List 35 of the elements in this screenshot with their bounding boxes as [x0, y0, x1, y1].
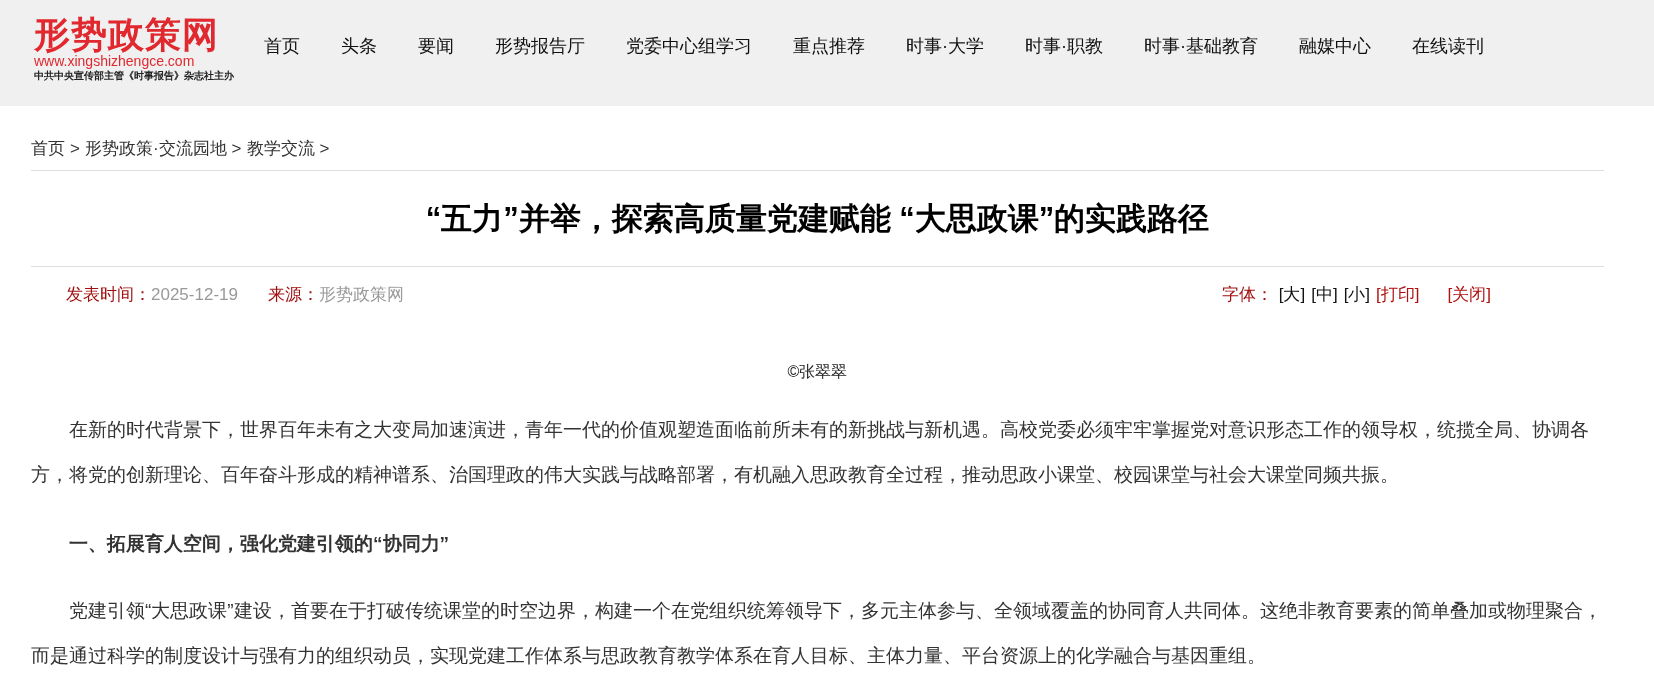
nav-link[interactable]: 要闻	[418, 34, 454, 58]
source-label: 来源：	[267, 284, 319, 306]
section-heading: 一、拓展育人空间，强化党建引领的“协同力”	[68, 532, 450, 556]
breadcrumb-link[interactable]: 首页	[31, 137, 65, 160]
font-size-label: 字体：	[1221, 284, 1273, 306]
breadcrumb-link[interactable]: 教学交流	[246, 137, 315, 160]
nav-link[interactable]: 形势报告厅	[495, 34, 585, 58]
site-logo[interactable]: 形势政策网	[34, 16, 234, 54]
logo-tagline: 中共中央宣传部主管《时事报告》杂志社主办	[34, 69, 234, 82]
body-paragraph: 党建引领“大思政课”建设，首要在于打破传统课堂的时空边界，构建一个在党组织统筹领导下，多元主体参与、全领域覆盖的协同育人共同体。这绝非教育要素的简单叠加或物理聚合，而是通过科学的制度设计与强有力的组织动员，实现党建工作体系与思政教育教学体系在育人目标、主体力量、平台资源上的化学融合与基因重组。	[31, 599, 1603, 668]
logo-url: www.xingshizhengce.com	[34, 54, 196, 69]
close-link[interactable]: [关闭]	[1447, 283, 1491, 306]
nav-link[interactable]: 时事·基础教育	[1144, 34, 1258, 58]
nav-link[interactable]: 时事·职教	[1025, 34, 1103, 58]
nav-link[interactable]: 时事·大学	[906, 34, 984, 58]
font-size-link[interactable]: [中]	[1311, 283, 1338, 306]
font-size-link[interactable]: [小]	[1343, 283, 1371, 306]
author-name: ©张翠翠	[786, 362, 849, 382]
nav-link[interactable]: 在线读刊	[1412, 34, 1484, 58]
nav-link[interactable]: 党委中心组学习	[626, 34, 752, 58]
source-name: 形势政策网	[318, 284, 404, 306]
breadcrumb-link[interactable]: 形势政策·交流园地	[84, 137, 227, 160]
nav-link[interactable]: 头条	[341, 34, 377, 58]
print-link[interactable]: [打印]	[1376, 283, 1420, 306]
breadcrumb-separator: >	[231, 138, 242, 159]
body-paragraph: 在新的时代背景下，世界百年未有之大变局加速演进，青年一代的价值观塑造面临前所未有的新挑战与新机遇。高校党委必须牢牢掌握党对意识形态工作的领导权，统揽全局、协调各方，将党的创新理论、百年奋斗形成的精神谱系、治国理政的伟大实践与战略部署，有机融入思政教育全过程，推动思政小课堂、校园课堂与社会大课堂同频共振。	[31, 418, 1590, 487]
breadcrumb-separator: >	[319, 138, 330, 159]
nav-link[interactable]: 重点推荐	[793, 34, 865, 58]
font-size-link[interactable]: [大]	[1278, 283, 1306, 306]
article-title: “五力”并举，探索高质量党建赋能 “大思政课”的实践路径	[31, 171, 1604, 267]
breadcrumb-separator: >	[70, 138, 80, 159]
date-label: 发表时间：	[66, 284, 151, 306]
nav-link[interactable]: 融媒中心	[1299, 34, 1371, 58]
publish-date: 2025-12-19	[151, 284, 238, 305]
nav-link[interactable]: 首页	[264, 34, 300, 58]
